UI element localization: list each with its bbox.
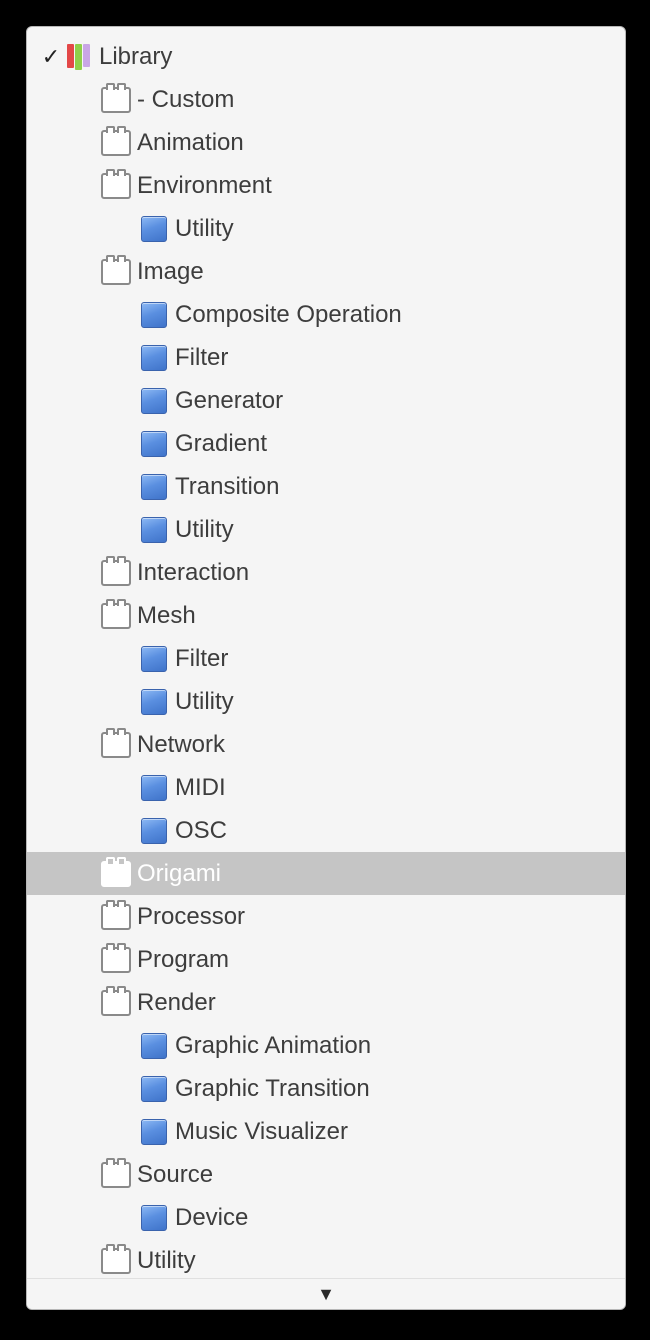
- tree-item-graphic-animation[interactable]: Graphic Animation: [27, 1024, 625, 1067]
- tree-item-graphic-transition[interactable]: Graphic Transition: [27, 1067, 625, 1110]
- tree-item-label: Graphic Transition: [175, 1077, 370, 1101]
- tree-item-label: Origami: [137, 862, 221, 886]
- tree-item-label: Mesh: [137, 604, 196, 628]
- tree-item-composite-operation[interactable]: Composite Operation: [27, 293, 625, 336]
- tree-item-environment[interactable]: Environment: [27, 164, 625, 207]
- tree-item-midi[interactable]: MIDI: [27, 766, 625, 809]
- tree-item-label: Utility: [175, 217, 234, 241]
- folder-icon: [101, 988, 131, 1018]
- cube-icon: [139, 472, 169, 502]
- tree-item-label: Utility: [175, 518, 234, 542]
- tree-item-render[interactable]: Render: [27, 981, 625, 1024]
- tree-item-filter[interactable]: Filter: [27, 637, 625, 680]
- cube-icon: [139, 214, 169, 244]
- tree-item-music-visualizer[interactable]: Music Visualizer: [27, 1110, 625, 1153]
- folder-icon: [101, 558, 131, 588]
- tree-item-label: Generator: [175, 389, 283, 413]
- tree-item-program[interactable]: Program: [27, 938, 625, 981]
- tree-item-utility[interactable]: Utility: [27, 680, 625, 723]
- tree-item-network[interactable]: Network: [27, 723, 625, 766]
- folder-icon: [101, 902, 131, 932]
- cube-icon: [139, 1031, 169, 1061]
- tree-item-custom[interactable]: - Custom: [27, 78, 625, 121]
- cube-icon: [139, 816, 169, 846]
- chevron-down-icon: ▼: [317, 1284, 335, 1305]
- tree-item-utility[interactable]: Utility: [27, 207, 625, 250]
- tree-item-label: OSC: [175, 819, 227, 843]
- folder-icon: [101, 1160, 131, 1190]
- tree-item-label: Device: [175, 1206, 248, 1230]
- folder-icon: [101, 601, 131, 631]
- scroll-down-strip[interactable]: ▼: [27, 1278, 625, 1309]
- tree-item-image[interactable]: Image: [27, 250, 625, 293]
- tree-item-label: Network: [137, 733, 225, 757]
- tree-item-mesh[interactable]: Mesh: [27, 594, 625, 637]
- tree-item-label: Interaction: [137, 561, 249, 585]
- folder-icon: [101, 730, 131, 760]
- tree-item-device[interactable]: Device: [27, 1196, 625, 1239]
- tree-item-label: - Custom: [137, 88, 234, 112]
- library-tree[interactable]: ✓ Library - Custom Animation Environment Util…: [27, 27, 625, 1310]
- tree-item-utility[interactable]: Utility: [27, 1239, 625, 1282]
- tree-item-generator[interactable]: Generator: [27, 379, 625, 422]
- cube-icon: [139, 687, 169, 717]
- tree-item-label: Music Visualizer: [175, 1120, 348, 1144]
- cube-icon: [139, 773, 169, 803]
- tree-item-label: Composite Operation: [175, 303, 402, 327]
- tree-item-label: Utility: [137, 1249, 196, 1273]
- folder-icon: [101, 945, 131, 975]
- library-icon: [63, 42, 93, 72]
- tree-item-interaction[interactable]: Interaction: [27, 551, 625, 594]
- folder-icon: [101, 859, 131, 889]
- tree-item-label: Utility: [175, 690, 234, 714]
- tree-item-label: Animation: [137, 131, 244, 155]
- tree-item-label: Source: [137, 1163, 213, 1187]
- tree-item-label: Environment: [137, 174, 272, 198]
- cube-icon: [139, 1074, 169, 1104]
- tree-item-label: Filter: [175, 647, 228, 671]
- tree-item-filter[interactable]: Filter: [27, 336, 625, 379]
- folder-icon: [101, 1246, 131, 1276]
- tree-item-label: Processor: [137, 905, 245, 929]
- tree-item-label: Gradient: [175, 432, 267, 456]
- tree-item-label: Render: [137, 991, 216, 1015]
- tree-item-utility[interactable]: Utility: [27, 508, 625, 551]
- check-slot: ✓: [39, 44, 63, 70]
- tree-item-origami[interactable]: Origami: [27, 852, 625, 895]
- cube-icon: [139, 343, 169, 373]
- tree-item-transition[interactable]: Transition: [27, 465, 625, 508]
- tree-item-label: Image: [137, 260, 204, 284]
- tree-item-label: Transition: [175, 475, 279, 499]
- tree-item-label: MIDI: [175, 776, 226, 800]
- tree-item-label: Program: [137, 948, 229, 972]
- folder-icon: [101, 257, 131, 287]
- tree-item-gradient[interactable]: Gradient: [27, 422, 625, 465]
- check-icon: ✓: [42, 44, 60, 70]
- tree-item-label: Library: [99, 45, 172, 69]
- cube-icon: [139, 515, 169, 545]
- tree-item-animation[interactable]: Animation: [27, 121, 625, 164]
- tree-item-library[interactable]: ✓ Library: [27, 35, 625, 78]
- library-panel: ✓ Library - Custom Animation Environment Util…: [26, 26, 626, 1310]
- tree-item-osc[interactable]: OSC: [27, 809, 625, 852]
- tree-item-source[interactable]: Source: [27, 1153, 625, 1196]
- tree-item-processor[interactable]: Processor: [27, 895, 625, 938]
- cube-icon: [139, 300, 169, 330]
- folder-icon: [101, 171, 131, 201]
- folder-icon: [101, 85, 131, 115]
- cube-icon: [139, 1203, 169, 1233]
- folder-icon: [101, 128, 131, 158]
- cube-icon: [139, 644, 169, 674]
- tree-item-label: Filter: [175, 346, 228, 370]
- cube-icon: [139, 386, 169, 416]
- tree-item-label: Graphic Animation: [175, 1034, 371, 1058]
- cube-icon: [139, 429, 169, 459]
- cube-icon: [139, 1117, 169, 1147]
